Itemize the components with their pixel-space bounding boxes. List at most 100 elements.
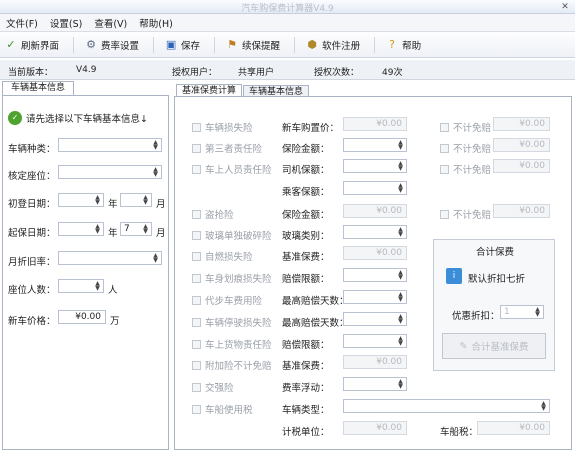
check-self-ignition[interactable]: 自燃损失险 [192, 249, 253, 263]
tab-vehicle-info-left[interactable]: 车辆基本信息 [2, 81, 74, 96]
checkbox [192, 360, 201, 370]
check-vehicle-damage[interactable]: 车辆损失险 [192, 120, 253, 134]
exempt-third-party-input[interactable]: ¥0.00 [493, 138, 550, 152]
rate-settings-button[interactable]: ⚙ 费率设置 [84, 38, 139, 52]
passenger-insured-label: 乘客保额： [282, 187, 330, 198]
check-label: 代步车费用险 [205, 296, 263, 307]
exempt-label: 不计免赔 [453, 123, 492, 134]
passenger-insured-select[interactable]: ▲ ▼ [343, 181, 407, 195]
menu-settings[interactable]: 设置(S) [50, 16, 82, 30]
menu-help[interactable]: 帮助(H) [139, 16, 173, 30]
spin-arrows-icon: ▲ ▼ [541, 400, 546, 412]
insure-start-year-select[interactable]: ▲ ▼ [58, 222, 104, 236]
tax-unit-input[interactable]: ¥0.00 [343, 421, 407, 435]
exempt-passenger-input[interactable]: ¥0.00 [493, 159, 550, 173]
car-type-label: 车辆种类： [8, 144, 56, 155]
insure-start-month-select[interactable]: 7 ▲ ▼ [120, 222, 152, 236]
check-third-party[interactable]: 第三者责任险 [192, 141, 262, 155]
version-label: 当前版本： [8, 68, 54, 78]
spin-arrows-icon: ▲ ▼ [153, 166, 158, 178]
save-button[interactable]: ▣ 保存 [164, 38, 200, 52]
register-label: 软件注册 [322, 41, 361, 52]
exempt-passenger[interactable]: 不计免赔 [440, 162, 491, 176]
checkbox [192, 317, 201, 327]
check-vehicle-tax[interactable]: 车船使用税 [192, 402, 253, 416]
theft-amount-input[interactable]: ¥0.00 [343, 204, 407, 218]
seat-count-stepper[interactable]: ▲ ▼ [58, 279, 104, 293]
seats-rated-select[interactable]: ▲ ▼ [58, 165, 162, 179]
check-scratch[interactable]: 车身划痕损失险 [192, 271, 272, 285]
insure-start-month-value: 7 [124, 224, 130, 234]
checkbox [192, 122, 201, 132]
check-label: 第三者责任险 [205, 144, 263, 155]
first-reg-month-select[interactable]: ▲ ▼ [120, 193, 152, 207]
close-icon[interactable]: ✕ [559, 1, 571, 13]
base-premium-input-2[interactable]: ¥0.00 [343, 355, 407, 369]
exempt-third-party[interactable]: 不计免赔 [440, 141, 491, 155]
glass-type-select[interactable]: ▲ ▼ [343, 225, 407, 239]
toolbar-separator [73, 37, 75, 53]
car-type-select[interactable]: ▲ ▼ [58, 138, 162, 152]
check-cargo[interactable]: 车上货物责任险 [192, 337, 272, 351]
calc-total-button[interactable]: ✎ 合计基准保费 [442, 333, 546, 359]
default-discount-text: 默认折扣七折 [468, 274, 526, 285]
discount-stepper[interactable]: 1 ▲ ▼ [500, 305, 544, 319]
save-label: 保存 [181, 41, 201, 52]
insured-amount-select[interactable]: ▲ ▼ [343, 138, 407, 152]
discount-label: 优惠折扣： [452, 311, 500, 322]
check-label: 车辆停驶损失险 [205, 318, 272, 329]
check-rental-car[interactable]: 代步车费用险 [192, 293, 262, 307]
renewal-reminder-button[interactable]: ⚑ 续保提醒 [225, 38, 280, 52]
vehicle-tax-input[interactable]: ¥0.00 [477, 421, 550, 435]
menu-file[interactable]: 文件(F) [6, 16, 38, 30]
vehicle-type-label: 车辆类型： [282, 405, 330, 416]
spin-arrows-icon: ▲ ▼ [398, 139, 403, 151]
checkbox [192, 295, 201, 305]
register-button[interactable]: ⬢ 软件注册 [305, 38, 360, 52]
help-button[interactable]: ? 帮助 [385, 38, 421, 52]
first-reg-year-select[interactable]: ▲ ▼ [58, 193, 104, 207]
exempt-vehicle-damage-input[interactable]: ¥0.00 [493, 117, 550, 131]
check-glass[interactable]: 玻璃单独破碎险 [192, 228, 272, 242]
count-label: 授权次数： [314, 68, 360, 78]
checkbox [192, 230, 201, 240]
spin-arrows-icon: ▲ ▼ [143, 223, 148, 235]
check-label: 交强险 [205, 383, 234, 394]
checkbox [192, 143, 201, 153]
menu-view[interactable]: 查看(V) [94, 16, 127, 30]
spin-arrows-icon: ▲ ▼ [95, 280, 100, 292]
check-addon-exempt[interactable]: 附加险不计免赔 [192, 358, 272, 372]
vehicle-type-select[interactable]: ▲ ▼ [343, 399, 550, 413]
rate-settings-label: 费率设置 [101, 41, 140, 52]
depreciation-select[interactable]: ▲ ▼ [58, 251, 162, 265]
window-title: 汽车购保费计算器V4.9 [241, 4, 334, 14]
tax-unit-label: 计税单位： [282, 427, 330, 438]
purchase-price-input[interactable]: ¥0.00 [343, 117, 407, 131]
base-premium-input[interactable]: ¥0.00 [343, 246, 407, 260]
title-bar: 汽车购保费计算器V4.9 ✕ [0, 0, 575, 14]
exempt-vehicle-damage[interactable]: 不计免赔 [440, 120, 491, 134]
discount-value: 1 [504, 307, 510, 317]
max-days-select[interactable]: ▲ ▼ [343, 290, 407, 304]
scratch-limit-label: 赔偿限额： [282, 274, 330, 285]
check-compulsory[interactable]: 交强险 [192, 380, 234, 394]
check-label: 车辆损失险 [205, 123, 253, 134]
check-downtime[interactable]: 车辆停驶损失险 [192, 315, 272, 329]
exempt-theft-input[interactable]: ¥0.00 [493, 204, 550, 218]
rate-float-label: 费率浮动： [282, 383, 330, 394]
driver-insured-select[interactable]: ▲ ▼ [343, 159, 407, 173]
cargo-limit-select[interactable]: ▲ ▼ [343, 334, 407, 348]
checkbox [192, 382, 201, 392]
check-passenger[interactable]: 车上人员责任险 [192, 162, 272, 176]
max-days-select-2[interactable]: ▲ ▼ [343, 312, 407, 326]
refresh-icon: ✓ [6, 38, 16, 51]
exempt-theft[interactable]: 不计免赔 [440, 207, 491, 221]
rate-float-select[interactable]: ▲ ▼ [343, 377, 407, 391]
refresh-button[interactable]: ✓ 刷新界面 [4, 38, 59, 52]
price-input[interactable]: ¥0.00 [58, 310, 106, 324]
driver-insured-label: 司机保额： [282, 165, 330, 176]
year-unit: 年 [108, 228, 118, 239]
check-theft[interactable]: 盗抢险 [192, 207, 234, 221]
spin-arrows-icon: ▲ ▼ [398, 160, 403, 172]
scratch-limit-select[interactable]: ▲ ▼ [343, 268, 407, 282]
